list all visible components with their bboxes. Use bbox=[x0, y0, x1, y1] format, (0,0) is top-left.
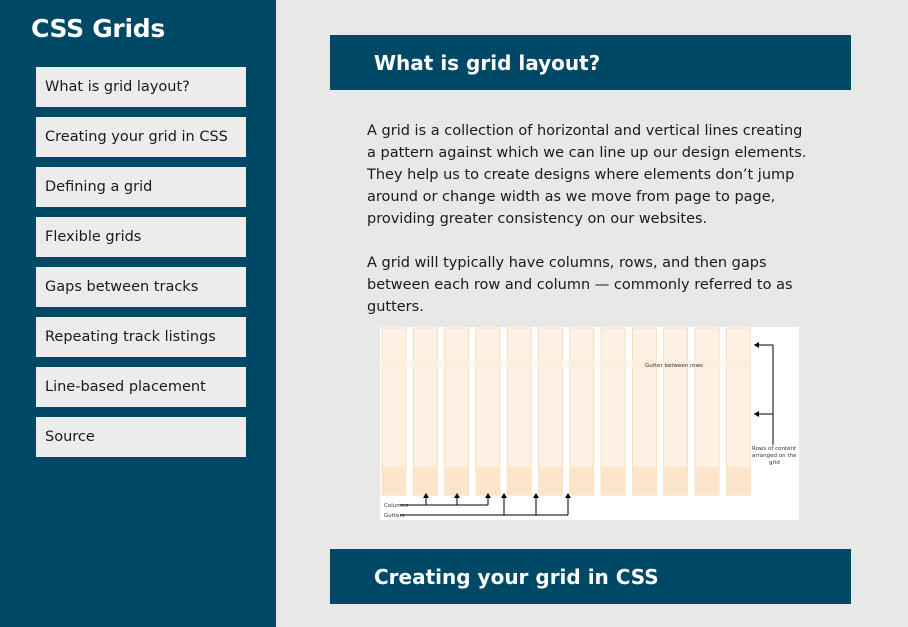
row-band bbox=[444, 467, 469, 495]
grid-diagram: Gutter between rows Rows of content arra… bbox=[380, 327, 799, 520]
paragraph-intro: A grid is a collection of horizontal and… bbox=[367, 123, 807, 227]
row-band bbox=[507, 467, 532, 495]
row-band bbox=[413, 467, 438, 495]
row-band bbox=[569, 467, 594, 495]
row-band bbox=[601, 467, 626, 495]
row-band bbox=[726, 467, 751, 495]
nav-item-source[interactable]: Source bbox=[36, 417, 246, 457]
label-rows-line2: arranged on the bbox=[752, 453, 797, 459]
label-rows-line1: Rows of content bbox=[752, 446, 797, 452]
sidebar: CSS Grids What is grid layout? Creating … bbox=[0, 0, 276, 627]
row-band bbox=[382, 467, 406, 495]
nav-item-what-is-grid-layout[interactable]: What is grid layout? bbox=[36, 67, 246, 107]
section-heading-what-is-grid: What is grid layout? bbox=[330, 35, 851, 90]
grid-diagram-svg: Gutter between rows Rows of content arra… bbox=[381, 327, 797, 519]
row-band bbox=[538, 467, 563, 495]
row-band bbox=[475, 467, 500, 495]
nav-item-line-based[interactable]: Line-based placement bbox=[36, 367, 246, 407]
label-columns: Columns bbox=[384, 503, 408, 509]
site-title: CSS Grids bbox=[31, 14, 165, 43]
section-content: A grid is a collection of horizontal and… bbox=[367, 120, 812, 340]
nav-item-repeating[interactable]: Repeating track listings bbox=[36, 317, 246, 357]
paragraph-gutters: A grid will typically have columns, rows… bbox=[367, 255, 793, 315]
label-gutters: Gutters bbox=[384, 513, 405, 519]
label-rows-line3: grid bbox=[769, 460, 780, 466]
grid-columns bbox=[381, 327, 751, 496]
label-gutter-between-rows: Gutter between rows bbox=[645, 363, 703, 369]
row-band bbox=[695, 467, 719, 495]
nav-item-creating-grid[interactable]: Creating your grid in CSS bbox=[36, 117, 246, 157]
nav-item-flexible-grids[interactable]: Flexible grids bbox=[36, 217, 246, 257]
section-heading-creating-grid: Creating your grid in CSS bbox=[330, 549, 851, 604]
row-band bbox=[663, 467, 688, 495]
sidebar-nav: What is grid layout? Creating your grid … bbox=[36, 67, 246, 467]
row-band bbox=[632, 467, 657, 495]
nav-item-defining-grid[interactable]: Defining a grid bbox=[36, 167, 246, 207]
nav-item-gaps[interactable]: Gaps between tracks bbox=[36, 267, 246, 307]
